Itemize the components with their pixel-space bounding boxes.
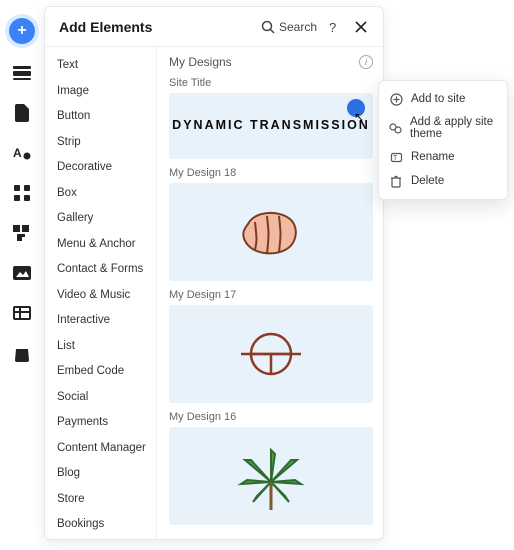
category-item[interactable]: Box <box>45 181 156 207</box>
sections-icon[interactable] <box>11 62 33 84</box>
panel-header: Add Elements Search ? <box>45 7 383 47</box>
context-menu: Add to site Add & apply site theme T Ren… <box>378 80 508 200</box>
panel-title: Add Elements <box>59 19 261 35</box>
add-elements-panel: Add Elements Search ? TextImageButtonStr… <box>44 6 384 540</box>
plugins-icon[interactable] <box>11 222 33 244</box>
vertical-toolbar: + A <box>0 0 44 550</box>
data-icon[interactable] <box>11 302 33 324</box>
media-icon[interactable] <box>11 262 33 284</box>
designs-column: My Designs i Site Title DYNAMIC TRANSMIS… <box>157 47 383 539</box>
ctx-apply-theme[interactable]: Add & apply site theme <box>379 111 507 145</box>
category-item[interactable]: Social <box>45 385 156 411</box>
category-item[interactable]: Bookings <box>45 512 156 538</box>
search-icon <box>261 20 275 34</box>
active-badge-icon <box>347 99 365 117</box>
ctx-add-to-site[interactable]: Add to site <box>379 87 507 111</box>
search-label: Search <box>279 20 317 34</box>
search-button[interactable]: Search <box>261 20 317 34</box>
theme-icon[interactable]: A <box>11 142 33 164</box>
category-item[interactable]: Button <box>45 104 156 130</box>
design-preview-icon <box>226 318 316 390</box>
ctx-label: Delete <box>411 175 444 187</box>
svg-text:A: A <box>13 146 22 160</box>
category-item[interactable]: Events <box>45 538 156 539</box>
store-icon[interactable] <box>11 342 33 364</box>
svg-text:T: T <box>393 155 398 162</box>
category-item[interactable]: Embed Code <box>45 359 156 385</box>
category-item[interactable]: Payments <box>45 410 156 436</box>
trash-icon <box>389 174 403 188</box>
category-item[interactable]: Contact & Forms <box>45 257 156 283</box>
close-icon[interactable] <box>349 15 373 39</box>
design-preview-text: DYNAMIC TRANSMISSION <box>172 118 370 134</box>
palette-icon <box>389 121 402 135</box>
category-item[interactable]: Gallery <box>45 206 156 232</box>
category-item[interactable]: Content Manager <box>45 436 156 462</box>
page-icon[interactable] <box>11 102 33 124</box>
category-item[interactable]: Store <box>45 487 156 513</box>
card-label: My Design 16 <box>169 411 373 423</box>
design-card[interactable] <box>169 183 373 281</box>
category-item[interactable]: Strip <box>45 130 156 156</box>
apps-icon[interactable] <box>11 182 33 204</box>
design-card[interactable] <box>169 427 373 525</box>
help-icon[interactable]: ? <box>321 15 345 39</box>
category-item[interactable]: Decorative <box>45 155 156 181</box>
category-item[interactable]: Menu & Anchor <box>45 232 156 258</box>
ctx-delete[interactable]: Delete <box>379 169 507 193</box>
category-item[interactable]: Image <box>45 79 156 105</box>
card-label: Site Title <box>169 77 373 89</box>
category-list: TextImageButtonStripDecorativeBoxGallery… <box>45 47 157 539</box>
plus-circle-icon <box>389 92 403 106</box>
info-icon[interactable]: i <box>359 55 373 69</box>
ctx-label: Add & apply site theme <box>410 116 497 140</box>
svg-text:?: ? <box>329 20 336 34</box>
design-card[interactable]: DYNAMIC TRANSMISSION ↖ <box>169 93 373 159</box>
category-item[interactable]: Blog <box>45 461 156 487</box>
card-label: My Design 18 <box>169 167 373 179</box>
design-preview-icon <box>233 204 309 260</box>
category-item[interactable]: Text <box>45 53 156 79</box>
category-item[interactable]: Interactive <box>45 308 156 334</box>
design-preview-icon <box>231 440 311 512</box>
ctx-label: Add to site <box>411 93 465 105</box>
design-card[interactable] <box>169 305 373 403</box>
add-elements-icon[interactable]: + <box>9 18 35 44</box>
category-item[interactable]: Video & Music <box>45 283 156 309</box>
ctx-rename[interactable]: T Rename <box>379 145 507 169</box>
rename-icon: T <box>389 150 403 164</box>
section-title: My Designs <box>169 55 232 69</box>
ctx-label: Rename <box>411 151 454 163</box>
card-label: My Design 17 <box>169 289 373 301</box>
category-item[interactable]: List <box>45 334 156 360</box>
